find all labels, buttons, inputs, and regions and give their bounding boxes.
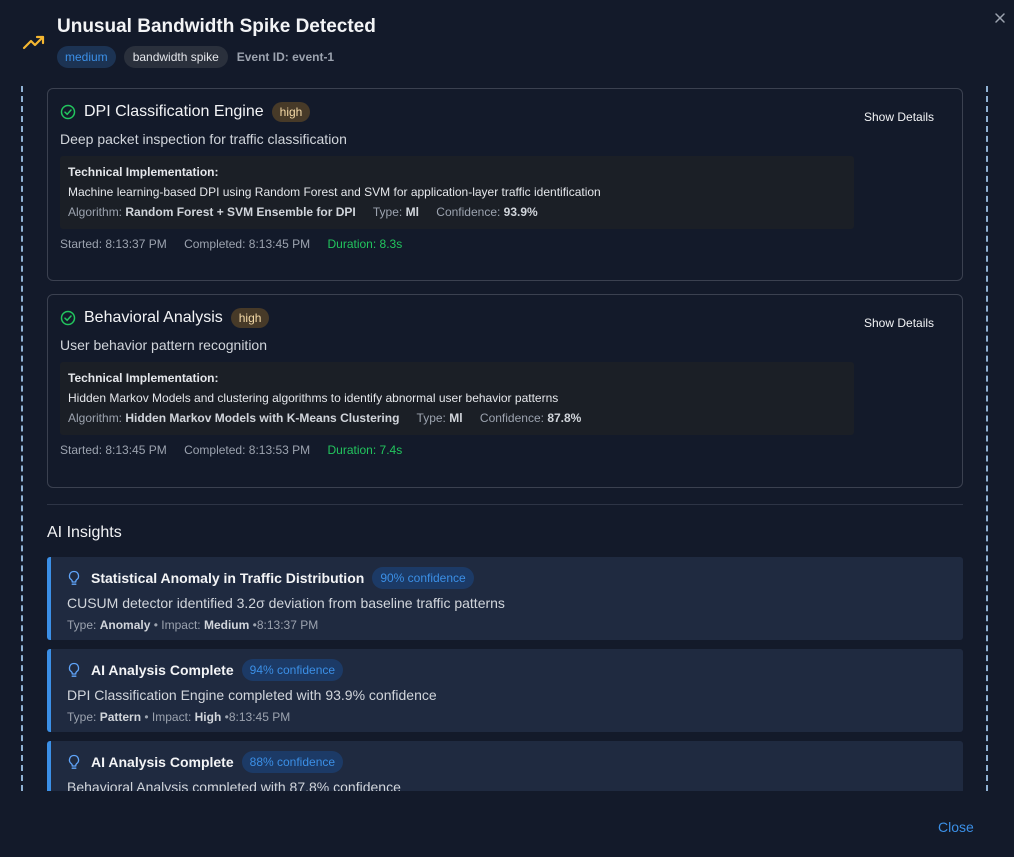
confidence-badge: 88% confidence bbox=[241, 751, 344, 773]
insight-time: •8:13:37 PM bbox=[252, 618, 319, 632]
insight-description: CUSUM detector identified 3.2σ deviation… bbox=[67, 595, 505, 611]
priority-badge: high bbox=[230, 308, 270, 328]
ai-insights-title: AI Insights bbox=[47, 524, 122, 541]
completed-time: Completed: 8:13:53 PM bbox=[184, 443, 311, 457]
started-time: Started: 8:13:45 PM bbox=[60, 443, 167, 457]
lightbulb-icon bbox=[68, 570, 80, 585]
engine-card: DPI Classification Engine high Deep pack… bbox=[47, 88, 963, 281]
insight-card: Statistical Anomaly in Traffic Distribut… bbox=[47, 557, 963, 640]
insight-meta: Type: Anomaly • Impact: Medium •8:13:37 … bbox=[67, 618, 319, 632]
insight-time: •8:13:45 PM bbox=[224, 710, 291, 724]
trending-up-icon bbox=[22, 35, 45, 50]
modal-footer: Close bbox=[0, 791, 1014, 857]
duration: Duration: 8.3s bbox=[327, 237, 403, 251]
confidence-value: 87.8% bbox=[547, 411, 582, 425]
modal-title: Unusual Bandwidth Spike Detected bbox=[57, 16, 376, 37]
engine-description: User behavior pattern recognition bbox=[60, 337, 268, 353]
check-circle-icon bbox=[60, 310, 76, 326]
type-value: Ml bbox=[405, 205, 419, 219]
tech-title: Technical Implementation: bbox=[68, 371, 219, 385]
show-details-button[interactable]: Show Details bbox=[864, 110, 934, 124]
type-value: Ml bbox=[449, 411, 463, 425]
header-badges: medium bandwidth spike Event ID: event-1 bbox=[57, 46, 334, 68]
lightbulb-icon bbox=[68, 662, 80, 677]
engine-timing: Started: 8:13:45 PM Completed: 8:13:53 P… bbox=[60, 443, 402, 457]
engine-card-header: DPI Classification Engine high bbox=[60, 102, 311, 122]
engine-card: Behavioral Analysis high User behavior p… bbox=[47, 294, 963, 488]
check-circle-icon bbox=[60, 104, 76, 120]
algorithm-value: Hidden Markov Models with K-Means Cluste… bbox=[125, 411, 400, 425]
insight-type: Anomaly bbox=[99, 618, 151, 632]
insight-title: AI Analysis Complete bbox=[91, 662, 234, 678]
insight-description: DPI Classification Engine completed with… bbox=[67, 687, 437, 703]
engine-title: Behavioral Analysis bbox=[84, 309, 223, 326]
engine-card-header: Behavioral Analysis high bbox=[60, 308, 270, 328]
close-button[interactable]: Close bbox=[938, 819, 974, 835]
insight-title: AI Analysis Complete bbox=[91, 754, 234, 770]
dashed-border-right bbox=[986, 86, 988, 791]
engine-title: DPI Classification Engine bbox=[84, 103, 264, 120]
confidence-value: 93.9% bbox=[503, 205, 538, 219]
started-time: Started: 8:13:37 PM bbox=[60, 237, 167, 251]
insight-card: AI Analysis Complete 88% confidence Beha… bbox=[47, 741, 963, 791]
algorithm-value: Random Forest + SVM Ensemble for DPI bbox=[125, 205, 356, 219]
insight-type: Pattern bbox=[99, 710, 142, 724]
insight-header: AI Analysis Complete 94% confidence bbox=[67, 659, 344, 681]
insight-title: Statistical Anomaly in Traffic Distribut… bbox=[91, 570, 365, 586]
engine-description: Deep packet inspection for traffic class… bbox=[60, 131, 347, 147]
insight-impact: Medium bbox=[203, 618, 250, 632]
confidence-badge: 90% confidence bbox=[372, 567, 474, 589]
section-divider bbox=[47, 504, 963, 505]
tech-description: Machine learning-based DPI using Random … bbox=[68, 185, 601, 199]
insight-description: Behavioral Analysis completed with 87.8%… bbox=[67, 779, 401, 791]
event-detail-modal: Unusual Bandwidth Spike Detected medium … bbox=[0, 0, 1014, 857]
modal-header: Unusual Bandwidth Spike Detected medium … bbox=[0, 0, 1014, 86]
technical-implementation-box: Technical Implementation: Hidden Markov … bbox=[60, 362, 854, 435]
dashed-border-left bbox=[21, 86, 23, 791]
tech-meta: Algorithm: Random Forest + SVM Ensemble … bbox=[68, 205, 538, 219]
insight-impact: High bbox=[194, 710, 222, 724]
lightbulb-icon bbox=[68, 754, 80, 769]
technical-implementation-box: Technical Implementation: Machine learni… bbox=[60, 156, 854, 229]
engine-timing: Started: 8:13:37 PM Completed: 8:13:45 P… bbox=[60, 237, 402, 251]
insight-header: Statistical Anomaly in Traffic Distribut… bbox=[67, 567, 474, 589]
priority-badge: high bbox=[271, 102, 311, 122]
insight-card: AI Analysis Complete 94% confidence DPI … bbox=[47, 649, 963, 732]
tech-meta: Algorithm: Hidden Markov Models with K-M… bbox=[68, 411, 582, 425]
severity-badge: medium bbox=[57, 46, 116, 68]
tech-title: Technical Implementation: bbox=[68, 165, 219, 179]
confidence-badge: 94% confidence bbox=[241, 659, 344, 681]
modal-content[interactable]: DPI Classification Engine high Deep pack… bbox=[0, 86, 1014, 791]
close-icon[interactable] bbox=[992, 10, 1008, 26]
show-details-button[interactable]: Show Details bbox=[864, 316, 934, 330]
event-id-label: Event ID: event-1 bbox=[236, 50, 335, 64]
insight-header: AI Analysis Complete 88% confidence bbox=[67, 751, 344, 773]
completed-time: Completed: 8:13:45 PM bbox=[184, 237, 311, 251]
event-type-badge: bandwidth spike bbox=[123, 46, 228, 68]
duration: Duration: 7.4s bbox=[327, 443, 403, 457]
tech-description: Hidden Markov Models and clustering algo… bbox=[68, 391, 559, 405]
insight-meta: Type: Pattern • Impact: High •8:13:45 PM bbox=[67, 710, 291, 724]
